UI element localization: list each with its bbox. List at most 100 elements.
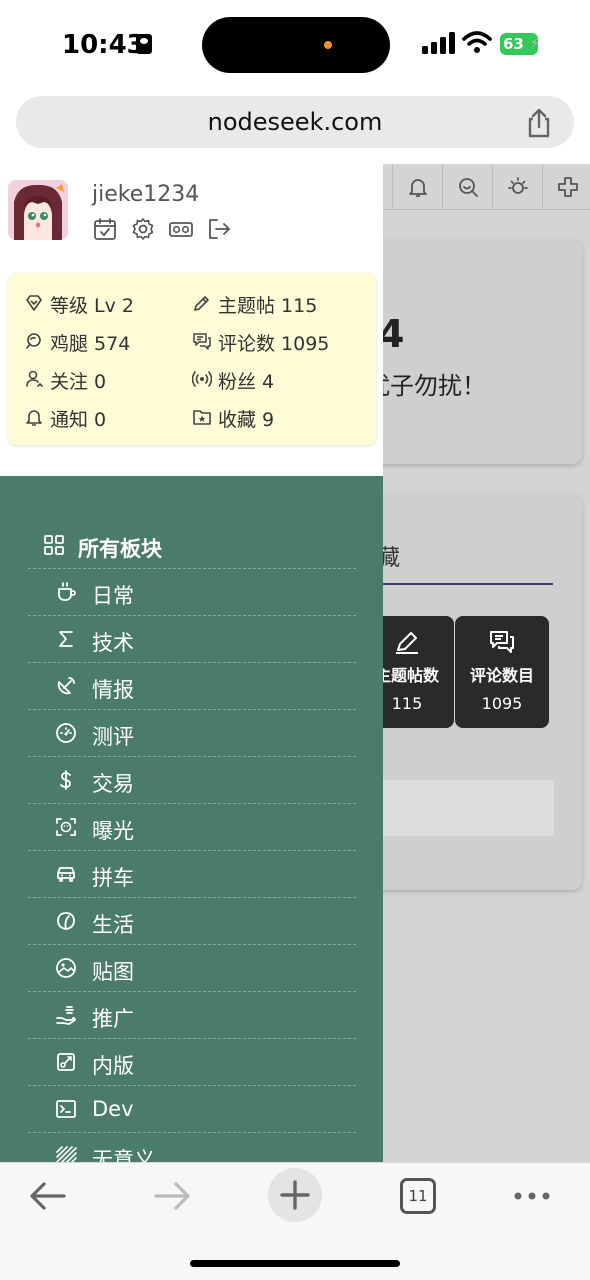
stat-chicken-label: 鸡腿 [50,333,89,355]
drumstick-icon [26,333,41,349]
nav-item-label: 情报 [92,678,134,702]
tab-underline [383,583,553,585]
username[interactable]: jieke1234 [92,182,199,207]
nav-item-dev[interactable]: Dev [28,1086,356,1133]
cellular-signal-icon [422,32,455,54]
tabs-button[interactable]: 11 [400,1178,436,1214]
stat-comments-value: 1095 [281,333,330,355]
comments-stat-label: 评论数目 [469,666,534,685]
nav-item-label: 内版 [92,1054,134,1078]
nav-item-promotion[interactable]: 推广 [28,992,356,1039]
stat-following-label: 关注 [50,371,89,393]
diamond-heart-icon [26,295,42,311]
pencil-icon [396,632,418,654]
nav-item-info[interactable]: 情报 [28,663,356,710]
stat-topics[interactable]: 主题帖 115 [192,291,372,317]
charging-bolt-icon: ⚡ [530,36,540,52]
stat-favorites-label: 收藏 [218,409,257,431]
dollar-icon [60,770,71,790]
dynamic-island [202,17,390,73]
coffee-cup-icon [58,582,76,601]
inner-board-icon [57,1053,75,1071]
more-button[interactable] [504,1174,560,1218]
arrow-left-icon [30,1182,66,1210]
nav-item-carpool[interactable]: 拼车 [28,851,356,898]
forward-button[interactable] [144,1174,200,1218]
more-dots-icon [514,1192,550,1200]
stat-notifications-value: 0 [94,409,107,431]
plus-icon [280,1180,310,1210]
search-icon [459,178,478,197]
grid-icon [44,535,64,555]
nav-item-daily[interactable]: 日常 [28,569,356,616]
notification-button[interactable] [392,164,442,210]
stat-comments[interactable]: 评论数 1095 [192,329,372,355]
nav-item-life[interactable]: 生活 [28,898,356,945]
stat-level-value: Lv 2 [94,295,134,317]
user-stats-panel: 等级 Lv 2 主题帖 115 鸡腿 574 评论数 1095 关注 0 粉丝 4 通知 0 … [8,273,376,445]
nav-item-label: 曝光 [92,819,134,843]
url-text[interactable]: nodeseek.com [16,108,574,136]
nav-item-review[interactable]: 测评 [28,710,356,757]
plus-icon [558,177,578,197]
new-tab-button[interactable] [268,1168,322,1222]
status-time: 10:43 [62,30,145,60]
nav-item-label: Dev [92,1097,134,1121]
battery-percent: 63 [503,35,524,53]
folder-star-icon [193,410,211,425]
stat-level-label: 等级 [50,295,89,317]
mic-indicator-icon [324,41,332,49]
new-post-button[interactable] [542,164,590,210]
vr-glasses-icon [169,222,193,237]
comments-stat-box[interactable]: 评论数目 1095 [455,616,549,728]
stat-topics-value: 115 [281,295,318,317]
nav-item-tech[interactable]: 技术 [28,616,356,663]
stat-topics-label: 主题帖 [218,295,276,317]
status-bar: 10:43 63 ⚡ [0,0,590,92]
incognito-button[interactable] [168,216,194,242]
bell-icon [26,410,42,426]
category-nav: 所有板块 日常 技术 情报 测评 交易 曝光 拼车 生活 贴图 推广 内版 De… [0,476,383,1162]
back-button[interactable] [20,1174,76,1218]
nav-all-boards[interactable]: 所有板块 [28,522,356,569]
comments-icon [490,631,514,653]
pencil-icon [194,296,209,311]
wifi-icon [462,31,492,53]
nav-item-trade[interactable]: 交易 [28,757,356,804]
nav-item-label: 贴图 [92,960,134,984]
logout-button[interactable] [206,216,232,242]
checkin-button[interactable] [92,216,118,242]
stat-fans[interactable]: 粉丝 4 [192,367,372,393]
gear-icon [132,218,154,240]
search-button[interactable] [442,164,492,210]
home-indicator [190,1260,400,1267]
stat-notifications[interactable]: 通知 0 [24,405,184,431]
stat-favorites-value: 9 [262,409,275,431]
stat-level[interactable]: 等级 Lv 2 [24,291,184,317]
nav-item-label: 生活 [92,913,134,937]
nav-item-inner[interactable]: 内版 [28,1039,356,1086]
nav-item-label: 日常 [92,584,134,608]
face-scan-icon [56,818,76,836]
stat-chicken[interactable]: 鸡腿 574 [24,329,184,355]
theme-toggle-button[interactable] [492,164,542,210]
nav-item-exposure[interactable]: 曝光 [28,804,356,851]
share-icon[interactable] [524,108,554,138]
nav-item-images[interactable]: 贴图 [28,945,356,992]
nav-item-meaningless[interactable]: 无意义 [28,1133,356,1162]
avatar[interactable] [8,180,68,240]
stat-chicken-value: 574 [94,333,131,355]
contact-card-icon [136,34,152,54]
leaf-icon [57,912,75,930]
arrow-right-icon [154,1182,190,1210]
stat-notifications-label: 通知 [50,409,89,431]
stat-comments-label: 评论数 [218,333,276,355]
sun-icon [508,177,528,194]
settings-button[interactable] [130,216,156,242]
nav-item-label: 交易 [92,772,134,796]
nav-header-label: 所有板块 [78,537,162,561]
address-bar[interactable]: nodeseek.com [16,96,574,148]
stat-favorites[interactable]: 收藏 9 [192,405,372,431]
image-icon [56,958,76,978]
stat-following[interactable]: 关注 0 [24,367,184,393]
